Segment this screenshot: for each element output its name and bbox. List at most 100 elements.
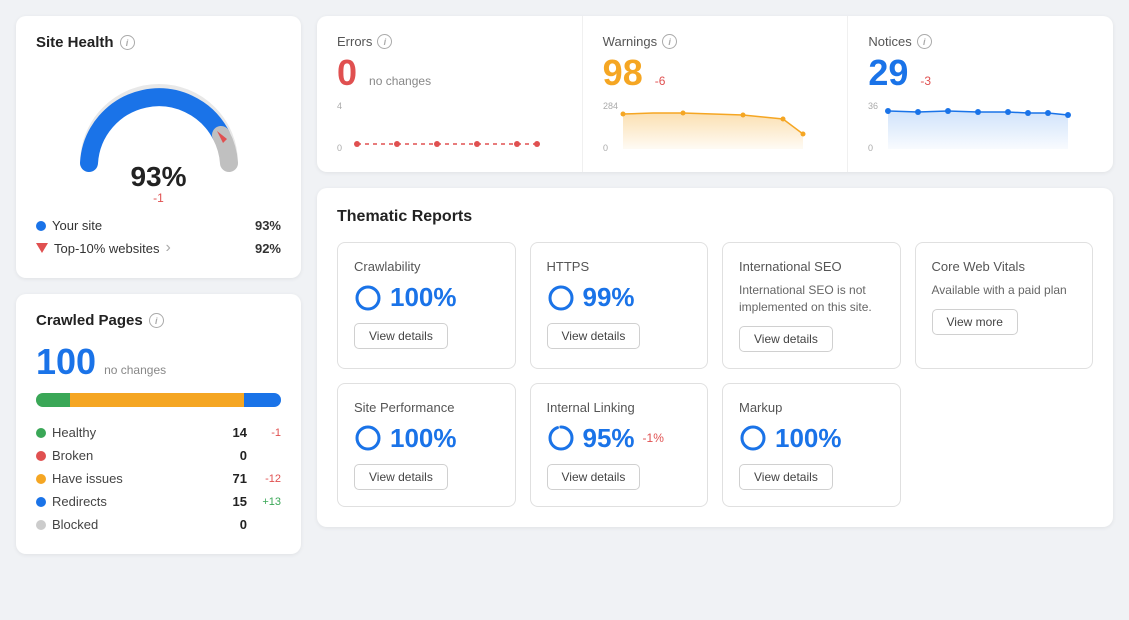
report-crawlability: Crawlability 100% View details	[337, 242, 516, 369]
markup-ring-icon	[739, 424, 767, 452]
gauge-percent: 93%	[130, 163, 186, 191]
left-column: Site Health i 93% -1	[16, 16, 301, 554]
https-score: 99%	[547, 282, 692, 313]
right-column: Errors i 0 no changes 4 0	[317, 16, 1113, 554]
reports-grid-empty-cell	[915, 383, 1094, 507]
healthy-count: 14	[223, 425, 247, 440]
https-view-btn[interactable]: View details	[547, 323, 641, 349]
svg-text:0: 0	[337, 143, 342, 153]
internal-linking-ring-icon	[547, 424, 575, 452]
gauge-wrapper: 93% -1	[36, 63, 281, 205]
site-performance-score: 100%	[354, 423, 499, 454]
notices-value: 29	[868, 55, 908, 91]
warnings-info-icon[interactable]: i	[662, 34, 677, 49]
reports-grid-row1: Crawlability 100% View details HTTPS	[337, 242, 1093, 369]
svg-text:0: 0	[603, 143, 608, 153]
warnings-chart: 284 0	[603, 99, 828, 154]
errors-title: Errors i	[337, 34, 562, 49]
svg-text:0: 0	[868, 143, 873, 153]
your-site-dot	[36, 221, 46, 231]
have-issues-label: Have issues	[52, 471, 217, 486]
stat-have-issues: Have issues 71 -12	[36, 467, 281, 490]
site-health-label: Site Health	[36, 34, 114, 51]
site-performance-view-btn[interactable]: View details	[354, 464, 448, 490]
international-seo-desc: International SEO is not implemented on …	[739, 282, 884, 316]
stat-blocked: Blocked 0	[36, 513, 281, 536]
crawlability-view-btn[interactable]: View details	[354, 323, 448, 349]
dashboard: Site Health i 93% -1	[16, 16, 1113, 554]
core-web-vitals-view-btn[interactable]: View more	[932, 309, 1018, 335]
stat-redirects: Redirects 15 +13	[36, 490, 281, 513]
top10-expand-icon[interactable]: ›	[166, 239, 171, 257]
svg-text:284: 284	[603, 101, 618, 111]
notices-card: Notices i 29 -3 36 0	[848, 16, 1113, 172]
notices-title: Notices i	[868, 34, 1093, 49]
progress-issues	[70, 393, 244, 407]
healthy-delta: -1	[253, 427, 281, 439]
errors-value: 0	[337, 55, 357, 91]
notices-info-icon[interactable]: i	[917, 34, 932, 49]
gauge-chart	[69, 63, 249, 173]
errors-card: Errors i 0 no changes 4 0	[317, 16, 583, 172]
your-site-label: Your site	[52, 218, 102, 233]
errors-info-icon[interactable]: i	[377, 34, 392, 49]
site-performance-label: Site Performance	[354, 400, 499, 415]
report-international-seo: International SEO International SEO is n…	[722, 242, 901, 369]
your-site-value: 93%	[255, 218, 281, 233]
your-site-row: Your site 93%	[36, 215, 281, 236]
top10-triangle-icon	[36, 243, 48, 253]
redirects-label: Redirects	[52, 494, 217, 509]
site-health-title: Site Health i	[36, 34, 281, 51]
blocked-dot	[36, 520, 46, 530]
gauge-center: 93% -1	[130, 163, 186, 205]
top10-row: Top-10% websites › 92%	[36, 236, 281, 260]
reports-grid-row2: Site Performance 100% View details Inter…	[337, 383, 1093, 507]
core-web-vitals-desc: Available with a paid plan	[932, 282, 1077, 299]
warnings-card: Warnings i 98 -6 284 0	[583, 16, 849, 172]
gauge-delta: -1	[130, 191, 186, 205]
markup-view-btn[interactable]: View details	[739, 464, 833, 490]
progress-redirects	[244, 393, 281, 407]
errors-delta: no changes	[369, 74, 431, 88]
broken-count: 0	[223, 448, 247, 463]
errors-label: Errors	[337, 34, 372, 49]
international-seo-view-btn[interactable]: View details	[739, 326, 833, 352]
crawlability-ring-icon	[354, 284, 382, 312]
report-markup: Markup 100% View details	[722, 383, 901, 507]
report-https: HTTPS 99% View details	[530, 242, 709, 369]
site-health-card: Site Health i 93% -1	[16, 16, 301, 278]
internal-linking-view-btn[interactable]: View details	[547, 464, 641, 490]
warnings-value: 98	[603, 55, 643, 91]
internal-linking-delta: -1%	[643, 431, 664, 445]
healthy-dot	[36, 428, 46, 438]
report-internal-linking: Internal Linking 95% -1% View details	[530, 383, 709, 507]
progress-healthy	[36, 393, 70, 407]
crawled-pages-info-icon[interactable]: i	[149, 313, 164, 328]
internal-linking-score: 95% -1%	[547, 423, 692, 454]
crawled-pages-title: Crawled Pages i	[36, 312, 281, 329]
stat-healthy: Healthy 14 -1	[36, 421, 281, 444]
redirects-delta: +13	[253, 496, 281, 508]
report-core-web-vitals: Core Web Vitals Available with a paid pl…	[915, 242, 1094, 369]
thematic-reports-card: Thematic Reports Crawlability 100% View …	[317, 188, 1113, 527]
healthy-label: Healthy	[52, 425, 217, 440]
crawled-pages-label: Crawled Pages	[36, 312, 143, 329]
redirects-count: 15	[223, 494, 247, 509]
notices-delta: -3	[920, 74, 931, 88]
report-site-performance: Site Performance 100% View details	[337, 383, 516, 507]
blocked-label: Blocked	[52, 517, 217, 532]
redirects-dot	[36, 497, 46, 507]
top10-label: Top-10% websites	[54, 241, 160, 256]
blocked-count: 0	[223, 517, 247, 532]
stat-broken: Broken 0	[36, 444, 281, 467]
broken-label: Broken	[52, 448, 217, 463]
notices-chart: 36 0	[868, 99, 1093, 154]
crawled-sub: no changes	[104, 363, 166, 377]
site-performance-ring-icon	[354, 424, 382, 452]
site-health-info-icon[interactable]: i	[120, 35, 135, 50]
have-issues-dot	[36, 474, 46, 484]
markup-label: Markup	[739, 400, 884, 415]
warnings-delta: -6	[655, 74, 666, 88]
crawled-count: 100	[36, 341, 96, 383]
broken-dot	[36, 451, 46, 461]
